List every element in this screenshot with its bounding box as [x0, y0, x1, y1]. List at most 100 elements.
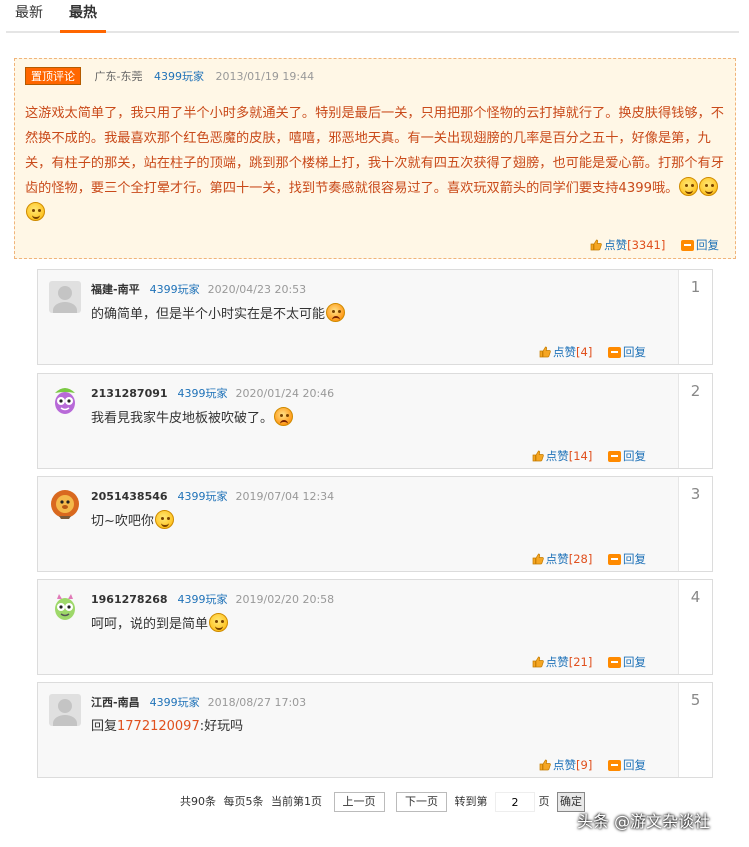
tab-hottest[interactable]: 最热	[60, 4, 106, 33]
avatar[interactable]	[49, 694, 81, 726]
reply-button[interactable]: 回复	[608, 551, 646, 567]
user-tag-link[interactable]: 4399玩家	[178, 593, 228, 606]
floor-number: 5	[678, 683, 712, 777]
shocked-face-icon	[209, 613, 229, 632]
user-tag-link[interactable]: 4399玩家	[178, 490, 228, 503]
reply-item: 江西-南昌 4399玩家 2018/08/27 17:03 回复1772120097…	[37, 682, 713, 778]
reply-text: 回复1772120097:好玩吗	[91, 716, 243, 738]
reply-item: 福建-南平 4399玩家 2020/04/23 20:53 的确简单，但是半个小时实…	[37, 269, 713, 365]
reply-username[interactable]: 1961278268	[91, 593, 168, 606]
pinned-comment: 置顶评论 广东-东莞 4399玩家 2013/01/19 19:44 这游戏太简…	[14, 58, 736, 259]
reply-username[interactable]: 福建-南平	[91, 283, 140, 296]
reply-username[interactable]: 江西-南昌	[91, 696, 140, 709]
floor-number: 4	[678, 580, 712, 674]
floor-number: 2	[678, 374, 712, 468]
sweat-face-icon	[154, 510, 174, 529]
tab-latest[interactable]: 最新	[6, 4, 52, 32]
floor-number: 1	[678, 270, 712, 364]
reply-actions: 点赞[28] 回复	[520, 551, 646, 567]
like-button[interactable]: 点赞[28]	[532, 551, 592, 567]
comment-time: 2019/07/04 12:34	[235, 490, 335, 503]
smile-icon	[26, 202, 45, 221]
reply-icon	[608, 347, 621, 358]
pinned-comment-text: 这游戏太简单了，我只用了半个小时多就通关了。特别是最后一关，只用把那个怪物的云打…	[25, 101, 725, 226]
like-count: [4]	[576, 345, 593, 359]
reply-actions: 点赞[4] 回复	[527, 344, 646, 360]
like-count: [21]	[568, 655, 593, 669]
like-label: 点赞	[545, 552, 569, 566]
reply-text-body: 我看見我家牛皮地板被吹破了。	[91, 411, 274, 426]
reply-actions: 点赞[14] 回复	[520, 448, 646, 464]
reply-text-body: 呵呵，说的到是简单	[91, 617, 209, 632]
reply-icon	[608, 451, 621, 462]
thumbs-up-icon	[539, 759, 551, 771]
like-button[interactable]: 点赞[4]	[539, 344, 592, 360]
comment-time: 2020/04/23 20:53	[207, 283, 307, 296]
thumbs-up-icon	[590, 239, 602, 251]
user-tag-link[interactable]: 4399玩家	[154, 70, 204, 83]
like-button[interactable]: 点赞[14]	[532, 448, 592, 464]
reply-text-body: 的确简单，但是半个小时实在是不太可能	[91, 307, 326, 322]
thumbs-up-icon	[532, 553, 544, 565]
like-button[interactable]: 点赞[3341]	[590, 237, 665, 253]
reply-label: 回复	[623, 552, 646, 566]
avatar[interactable]	[49, 591, 81, 623]
reply-text: 我看見我家牛皮地板被吹破了。	[91, 407, 294, 430]
reply-actions: 点赞[9] 回复	[527, 757, 646, 773]
reply-text: 呵呵，说的到是简单	[91, 613, 229, 636]
reply-button[interactable]: 回复	[608, 448, 646, 464]
comment-time: 2013/01/19 19:44	[215, 70, 315, 83]
avatar[interactable]	[49, 385, 81, 417]
comment-location: 广东-东莞	[94, 70, 143, 83]
reply-button[interactable]: 回复	[608, 344, 646, 360]
reply-icon	[681, 240, 694, 251]
angry-face-icon	[274, 407, 294, 426]
like-count: [9]	[576, 758, 593, 772]
page-unit: 页	[538, 795, 550, 808]
reply-icon	[608, 657, 621, 668]
smile-icon	[699, 177, 719, 196]
reply-button[interactable]: 回复	[681, 237, 719, 253]
like-label: 点赞	[545, 449, 569, 463]
reply-button[interactable]: 回复	[608, 654, 646, 670]
reply-text: 切~吹吧你	[91, 510, 174, 533]
thumbs-up-icon	[539, 346, 551, 358]
thumbs-up-icon	[532, 450, 544, 462]
prev-page-button[interactable]: 上一页	[333, 792, 385, 812]
avatar[interactable]	[49, 281, 81, 313]
pinned-meta: 置顶评论 广东-东莞 4399玩家 2013/01/19 19:44	[25, 67, 314, 85]
reply-username[interactable]: 2051438546	[91, 490, 168, 503]
reply-item: 1961278268 4399玩家 2019/02/20 20:58 呵呵，说的到是…	[37, 579, 713, 675]
per-page: 每页5条	[223, 795, 264, 808]
floor-number: 3	[678, 477, 712, 571]
current-page: 当前第1页	[271, 795, 322, 808]
reply-username[interactable]: 2131287091	[91, 387, 168, 400]
reply-icon	[608, 760, 621, 771]
pinned-badge: 置顶评论	[25, 67, 81, 85]
smile-icon	[679, 177, 699, 196]
reply-icon	[608, 554, 621, 565]
reply-button[interactable]: 回复	[608, 757, 646, 773]
reply-target-user-link[interactable]: 1772120097	[117, 719, 200, 734]
reply-label: 回复	[623, 758, 646, 772]
total-count: 共90条	[180, 795, 216, 808]
like-button[interactable]: 点赞[9]	[539, 757, 592, 773]
like-button[interactable]: 点赞[21]	[532, 654, 593, 670]
goto-label: 转到第	[454, 795, 488, 808]
user-tag-link[interactable]: 4399玩家	[178, 387, 228, 400]
reply-meta: 2131287091 4399玩家 2020/01/24 20:46	[91, 386, 334, 402]
goto-page-input[interactable]	[495, 792, 535, 812]
user-tag-link[interactable]: 4399玩家	[150, 283, 200, 296]
avatar[interactable]	[49, 488, 81, 520]
watermark: 头条 @游文杂谈社	[577, 812, 711, 831]
like-label: 点赞	[604, 238, 628, 252]
angry-face-icon	[326, 303, 346, 322]
reply-label: 回复	[696, 238, 719, 252]
reply-label: 回复	[623, 655, 646, 669]
like-label: 点赞	[545, 655, 569, 669]
reply-text-body: :好玩吗	[199, 719, 244, 734]
cartoon-avatar-icon	[55, 388, 75, 414]
reply-label: 回复	[623, 449, 646, 463]
next-page-button[interactable]: 下一页	[396, 792, 447, 812]
user-tag-link[interactable]: 4399玩家	[150, 696, 200, 709]
